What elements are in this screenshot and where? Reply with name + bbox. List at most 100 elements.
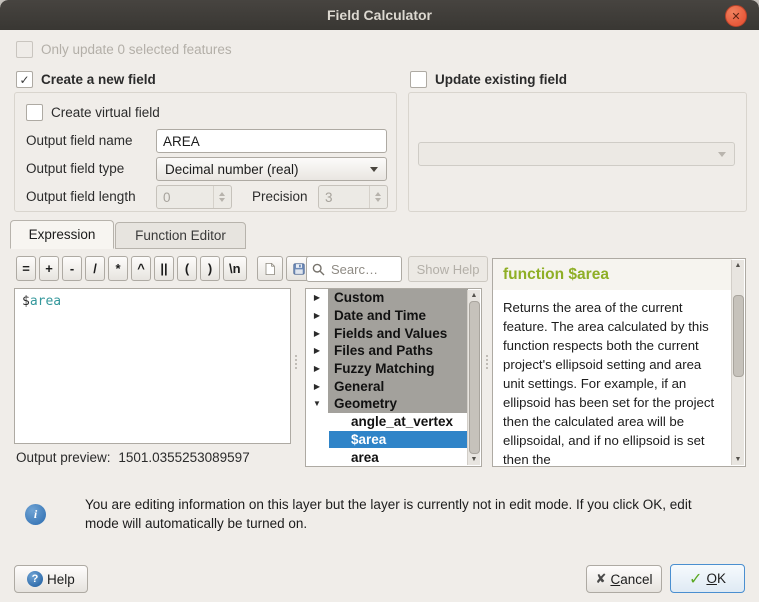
- splitter-handle[interactable]: [293, 348, 298, 376]
- ok-button[interactable]: ✓ OK: [670, 564, 745, 593]
- output-preview-value: 1501.0355253089597: [118, 450, 249, 465]
- scrollbar-thumb[interactable]: [469, 301, 480, 454]
- scroll-down-icon[interactable]: ▼: [471, 456, 478, 463]
- tree-group-files-paths[interactable]: ▶ Files and Paths: [306, 342, 481, 360]
- show-help-label: Show Help: [417, 262, 480, 277]
- help-button-label: Help: [47, 572, 75, 587]
- checkbox-unchecked[interactable]: [26, 104, 43, 121]
- ok-button-label: OK: [706, 571, 726, 586]
- operator-plus-button[interactable]: +: [39, 256, 59, 281]
- search-input[interactable]: [329, 261, 393, 278]
- tree-item-label[interactable]: angle_at_vertex: [329, 413, 468, 431]
- precision-spinner: 3: [318, 185, 388, 209]
- title-bar[interactable]: Field Calculator ✕: [0, 0, 759, 30]
- chevron-right-icon[interactable]: ▶: [314, 364, 320, 373]
- tree-group-general[interactable]: ▶ General: [306, 377, 481, 395]
- operator-divide-button[interactable]: /: [85, 256, 105, 281]
- cancel-x-icon: ✘: [596, 571, 607, 587]
- help-button[interactable]: ? Help: [14, 565, 88, 593]
- help-scrollbar[interactable]: ▲ ▼: [731, 260, 744, 465]
- output-preview-label: Output preview:: [16, 450, 111, 465]
- tree-group-geometry[interactable]: ▼ Geometry: [306, 395, 481, 413]
- update-existing-field-checkbox[interactable]: Update existing field: [410, 71, 567, 88]
- checkbox-checked[interactable]: ✓: [16, 71, 33, 88]
- output-field-length-value: 0: [163, 190, 171, 205]
- splitter-handle[interactable]: [484, 348, 489, 376]
- tree-item-angle-at-vertex[interactable]: angle_at_vertex: [306, 413, 481, 431]
- scroll-up-icon[interactable]: ▲: [471, 292, 478, 299]
- operator-equals-button[interactable]: =: [16, 256, 36, 281]
- cancel-button-label: Cancel: [610, 572, 652, 587]
- dialog-title: Field Calculator: [327, 7, 432, 23]
- expression-editor[interactable]: $area: [14, 288, 291, 444]
- only-update-checkbox: Only update 0 selected features: [16, 41, 232, 58]
- operator-multiply-button[interactable]: *: [108, 256, 128, 281]
- show-help-button: Show Help: [408, 256, 488, 282]
- tab-function-editor[interactable]: Function Editor: [115, 222, 246, 249]
- cancel-button[interactable]: ✘ Cancel: [586, 565, 662, 593]
- help-body: Returns the area of the current feature.…: [503, 298, 722, 467]
- chevron-right-icon[interactable]: ▶: [314, 329, 320, 338]
- output-field-type-label: Output field type: [26, 161, 124, 176]
- tree-group-label[interactable]: Date and Time: [328, 307, 468, 325]
- chevron-right-icon[interactable]: ▶: [314, 293, 320, 302]
- function-tree[interactable]: ▶ Custom ▶ Date and Time ▶ Fields and Va…: [305, 288, 482, 467]
- spinner-arrows-icon: [213, 186, 225, 208]
- create-virtual-field-checkbox[interactable]: Create virtual field: [26, 104, 160, 121]
- chevron-down-icon[interactable]: ▼: [313, 399, 321, 408]
- scrollbar-thumb[interactable]: [733, 295, 744, 377]
- tab-expression[interactable]: Expression: [10, 220, 114, 249]
- update-existing-field-label: Update existing field: [435, 72, 567, 87]
- scroll-down-icon[interactable]: ▼: [735, 456, 742, 463]
- tree-item-label[interactable]: area: [329, 448, 468, 466]
- function-search[interactable]: [306, 256, 402, 282]
- operator-minus-button[interactable]: -: [62, 256, 82, 281]
- tree-item-label[interactable]: $area: [329, 431, 468, 449]
- tree-scrollbar[interactable]: ▲ ▼: [467, 290, 480, 465]
- tree-group-fields-values[interactable]: ▶ Fields and Values: [306, 324, 481, 342]
- checkbox-unchecked[interactable]: [410, 71, 427, 88]
- tree-group-label[interactable]: General: [328, 377, 468, 395]
- operator-power-button[interactable]: ^: [131, 256, 151, 281]
- tab-function-editor-label: Function Editor: [135, 228, 226, 243]
- only-update-label: Only update 0 selected features: [41, 42, 232, 57]
- chevron-right-icon[interactable]: ▶: [314, 346, 320, 355]
- tree-group-custom[interactable]: ▶ Custom: [306, 289, 481, 307]
- chevron-right-icon[interactable]: ▶: [314, 382, 320, 391]
- edit-mode-notice: You are editing information on this laye…: [85, 496, 710, 534]
- operator-concat-button[interactable]: ||: [154, 256, 174, 281]
- field-calculator-dialog: Field Calculator ✕ Only update 0 selecte…: [0, 0, 759, 602]
- chevron-down-icon: [718, 152, 726, 157]
- tree-group-date-time[interactable]: ▶ Date and Time: [306, 307, 481, 325]
- operator-open-paren-button[interactable]: (: [177, 256, 197, 281]
- tree-group-label[interactable]: Fields and Values: [328, 324, 468, 342]
- tree-item-area-function[interactable]: $area: [306, 431, 481, 449]
- checkbox-unchecked: [16, 41, 33, 58]
- chevron-down-icon: [370, 167, 378, 172]
- info-icon: i: [25, 504, 46, 525]
- close-icon[interactable]: ✕: [725, 5, 747, 27]
- output-field-type-select[interactable]: Decimal number (real): [156, 157, 387, 181]
- create-new-field-checkbox[interactable]: ✓ Create a new field: [16, 71, 156, 88]
- tree-group-label[interactable]: Geometry: [328, 395, 468, 413]
- output-field-name-input[interactable]: [156, 129, 387, 153]
- tree-item-area[interactable]: area: [306, 448, 481, 466]
- tab-expression-label: Expression: [29, 227, 96, 242]
- operator-close-paren-button[interactable]: ): [200, 256, 220, 281]
- tree-group-label[interactable]: Custom: [328, 289, 468, 307]
- tree-group-label[interactable]: Fuzzy Matching: [328, 360, 468, 378]
- search-icon: [312, 263, 325, 276]
- output-preview: Output preview: 1501.0355253089597: [16, 450, 250, 465]
- new-expression-button[interactable]: [257, 256, 283, 281]
- precision-value: 3: [325, 190, 333, 205]
- question-mark-icon: ?: [27, 571, 43, 587]
- chevron-right-icon[interactable]: ▶: [314, 311, 320, 320]
- operator-newline-button[interactable]: \n: [223, 256, 247, 281]
- scroll-up-icon[interactable]: ▲: [735, 262, 742, 269]
- create-new-field-label: Create a new field: [41, 72, 156, 87]
- tree-group-label[interactable]: Files and Paths: [328, 342, 468, 360]
- tree-group-fuzzy-matching[interactable]: ▶ Fuzzy Matching: [306, 360, 481, 378]
- create-virtual-field-label: Create virtual field: [51, 105, 160, 120]
- existing-field-select: [418, 142, 735, 166]
- expression-function: area: [30, 294, 61, 309]
